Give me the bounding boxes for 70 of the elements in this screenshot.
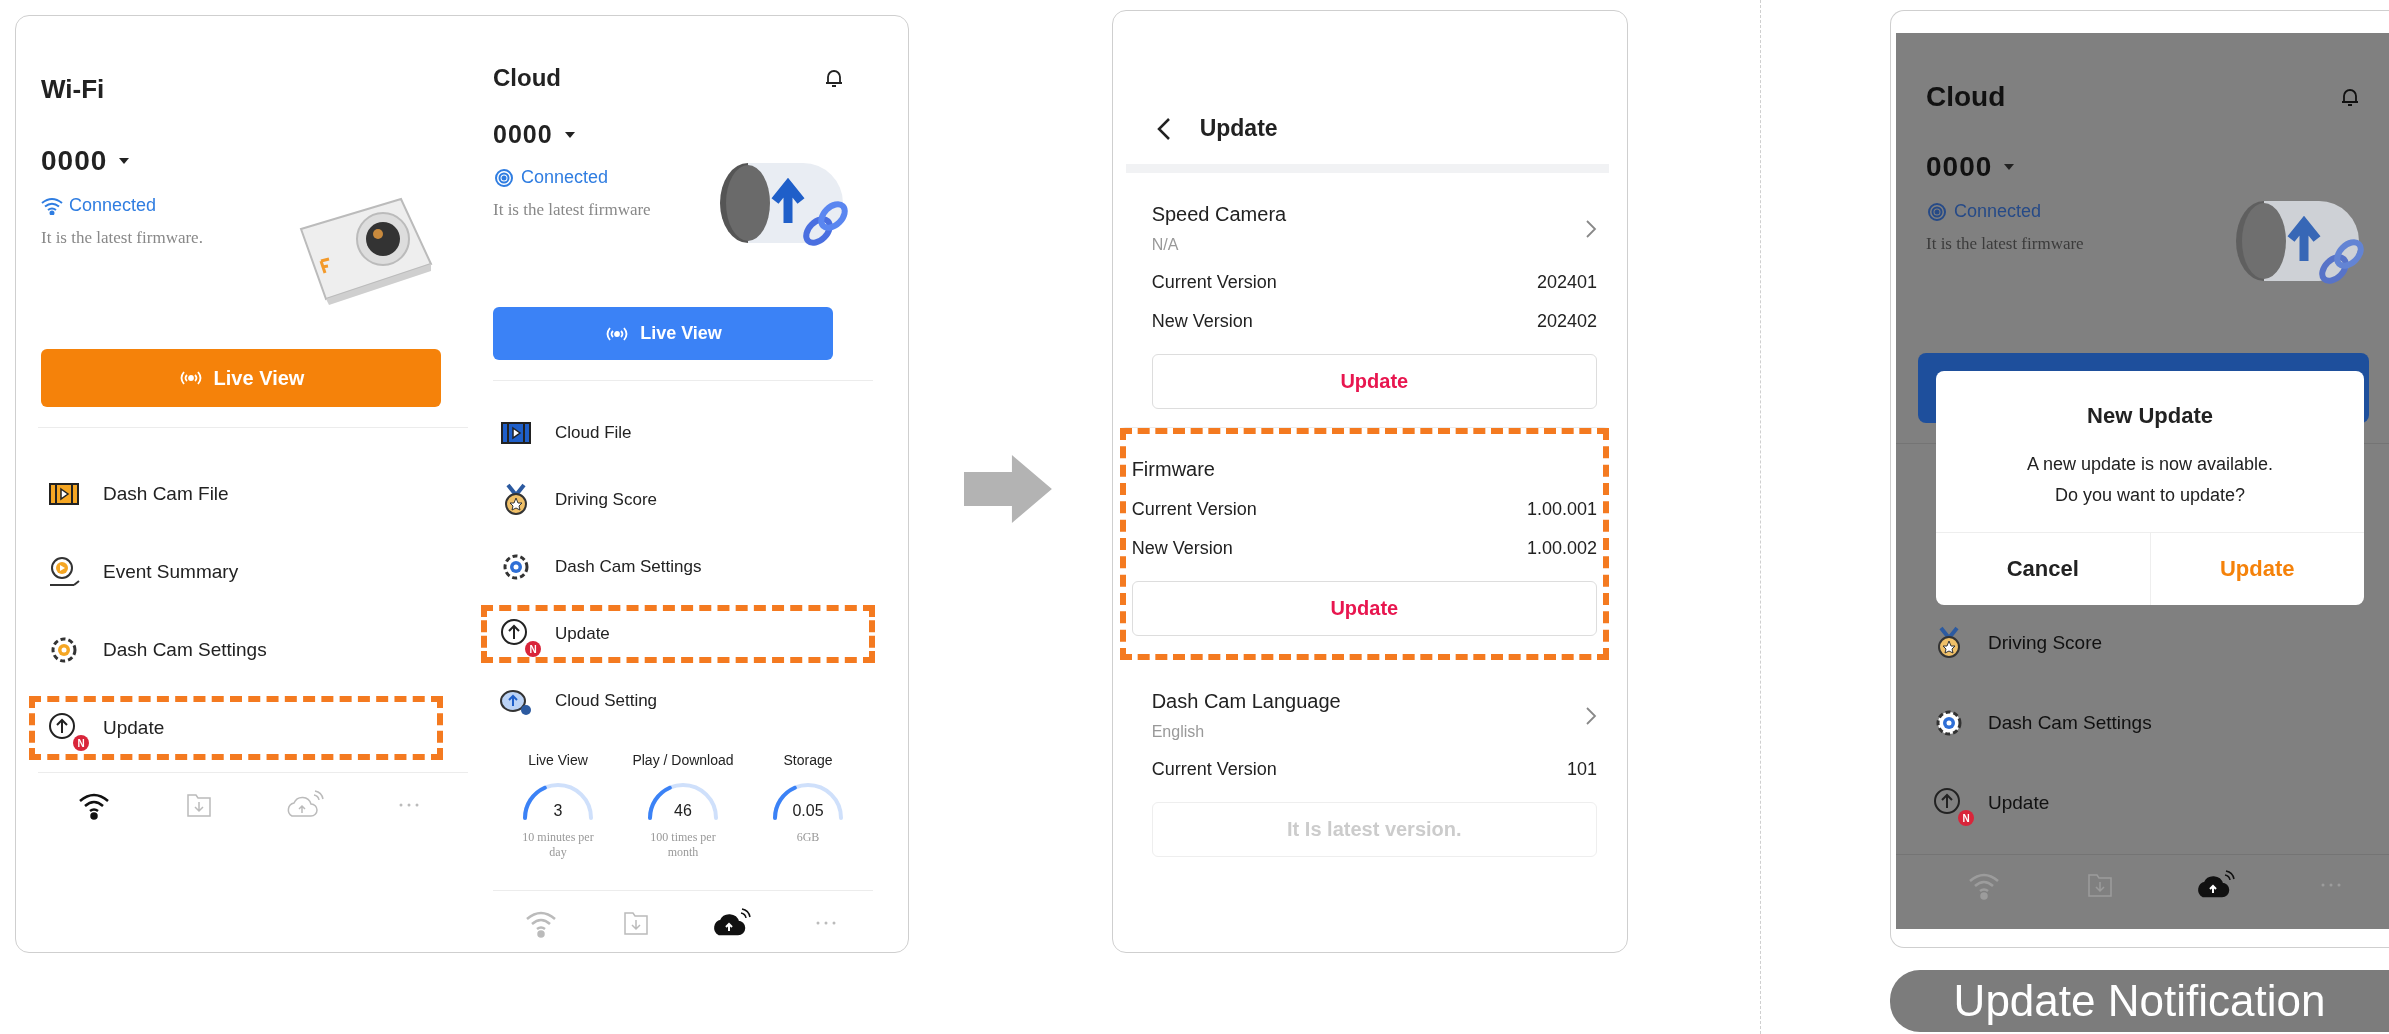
section-subtitle: N/A — [1151, 236, 1180, 254]
right-arrow-icon — [963, 455, 1052, 523]
version-value: 1.00.002 — [1526, 538, 1597, 559]
usage-value: 0.05 — [792, 802, 824, 820]
new-badge: N — [525, 641, 541, 657]
firmware-note: It is the latest firmware — [1926, 233, 2085, 255]
menu-item[interactable]: Dash Cam Settings — [481, 538, 873, 596]
section-title: Speed Camera — [1151, 203, 1287, 226]
device-selector[interactable]: 0000 — [41, 145, 108, 177]
menu-item[interactable]: Dash Cam File — [29, 462, 461, 526]
cancel-button[interactable]: Cancel — [1936, 533, 2150, 606]
caption-label: Update Notification — [1890, 970, 2389, 1032]
connection-status: Connected — [1954, 201, 2042, 222]
usage-label: Play / Download — [632, 752, 734, 768]
usage-value: 3 — [553, 802, 563, 820]
device-selector[interactable]: 0000 — [1926, 151, 1993, 183]
firmware-note: It is the latest firmware — [493, 199, 652, 221]
version-value: 202401 — [1536, 272, 1597, 293]
section-title: Firmware — [1131, 458, 1215, 481]
signal-icon — [1926, 202, 1948, 221]
device-selector[interactable]: 0000 — [493, 120, 553, 149]
version-label: Current Version — [1151, 759, 1277, 780]
menu-item[interactable]: Event Summary — [29, 540, 461, 604]
update-button[interactable]: Update — [1151, 354, 1597, 409]
section-title: Dash Cam Language — [1151, 690, 1341, 713]
menu-item[interactable]: Driving Score — [1914, 612, 2389, 674]
caret-icon[interactable] — [564, 131, 575, 138]
live-view-button[interactable]: Live View — [493, 307, 833, 360]
version-value: 1.00.001 — [1526, 499, 1597, 520]
version-value: 202402 — [1536, 311, 1597, 332]
dialog-message: A new update is now available. Do you want to update? — [2026, 453, 2274, 507]
menu-item[interactable]: N Update — [29, 696, 443, 760]
firmware-note: It is the latest firmware. — [41, 227, 204, 249]
usage-note: 100 times per month — [649, 830, 717, 860]
new-badge: N — [1958, 810, 1974, 826]
update-button[interactable]: Update — [1131, 581, 1597, 636]
wifi-icon — [41, 196, 63, 215]
usage-value: 46 — [674, 802, 692, 820]
menu-item[interactable]: N Update — [481, 605, 875, 663]
screen-title: Wi-Fi — [41, 74, 106, 105]
connection-status: Connected — [69, 195, 157, 216]
usage-label: Live View — [528, 752, 588, 768]
connection-status: Connected — [521, 167, 609, 188]
event-icon — [47, 555, 81, 589]
usage-note: 10 minutes per day — [521, 830, 595, 860]
dialog-title: New Update — [2087, 403, 2213, 429]
menu-item[interactable]: Driving Score — [481, 471, 873, 529]
bell-icon[interactable] — [825, 68, 843, 88]
menu-item[interactable]: Cloud File — [481, 404, 873, 462]
chevron-right-icon[interactable] — [1585, 705, 1597, 726]
version-label: New Version — [1131, 538, 1233, 559]
usage-label: Storage — [783, 752, 833, 768]
menu-item[interactable]: Cloud Setting — [481, 672, 873, 730]
section-subtitle: English — [1151, 723, 1206, 741]
version-label: Current Version — [1151, 272, 1277, 293]
menu-item[interactable]: Dash Cam Settings — [1914, 692, 2389, 754]
version-label: Current Version — [1131, 499, 1257, 520]
screen-title: Cloud — [1926, 81, 2006, 113]
signal-icon — [493, 168, 515, 187]
menu-item[interactable]: N Update — [1914, 772, 2389, 834]
version-label: New Version — [1151, 311, 1253, 332]
usage-note: 6GB — [795, 830, 821, 845]
back-icon[interactable] — [1155, 116, 1172, 141]
chevron-right-icon[interactable] — [1585, 218, 1597, 239]
screen-title: Update — [1199, 115, 1278, 142]
caret-icon[interactable] — [119, 158, 130, 164]
menu-item[interactable]: Dash Cam Settings — [29, 618, 461, 682]
screen-title: Cloud — [493, 64, 561, 92]
version-value: 101 — [1566, 759, 1597, 780]
new-badge: N — [73, 735, 89, 751]
